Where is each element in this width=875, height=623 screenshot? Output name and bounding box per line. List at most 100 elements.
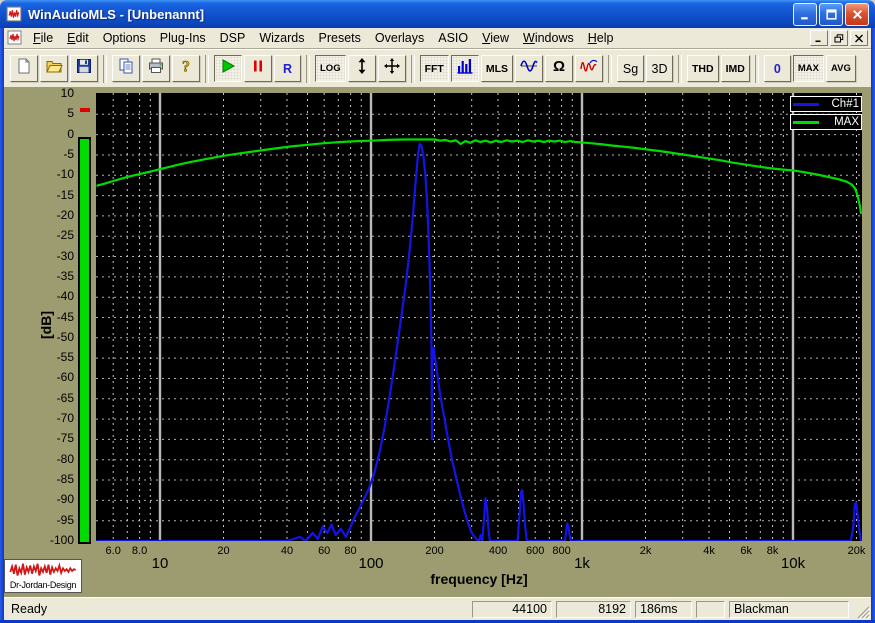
legend-line-sample: [793, 102, 819, 106]
spectrum-button[interactable]: [450, 55, 479, 82]
x-tick-label: 6k: [740, 545, 752, 557]
maximize-button[interactable]: [819, 2, 843, 26]
help-button[interactable]: ?: [172, 55, 200, 82]
record-button[interactable]: R: [274, 55, 301, 82]
y-tick-label: -85: [56, 472, 74, 487]
open-folder-icon: [45, 57, 63, 80]
menu-wizards[interactable]: Wizards: [252, 29, 311, 47]
pause-button[interactable]: [244, 55, 272, 82]
app-window: WinAudioMLS - [Unbenannt] File Edit Option…: [0, 0, 875, 623]
print-button[interactable]: [142, 55, 170, 82]
mls-button[interactable]: MLS: [480, 55, 514, 82]
menu-overlays[interactable]: Overlays: [368, 29, 431, 47]
thd-label: THD: [692, 62, 714, 75]
view-3d-label: 3D: [651, 61, 668, 76]
logo-waveform: [9, 562, 77, 576]
chart-area: 10 5 0 -5 -10 -15 -20 -25 -30 -35 -40 -45 -50 -55 -60-…: [4, 87, 871, 598]
max-hold-button[interactable]: MAX: [792, 55, 824, 82]
log-scale-button[interactable]: LOG: [315, 55, 346, 82]
menu-dsp[interactable]: DSP: [213, 29, 253, 47]
play-button[interactable]: [214, 55, 242, 82]
vendor-logo: Dr-Jordan-Design: [4, 559, 82, 593]
play-icon: [219, 57, 237, 80]
app-icon: [6, 6, 23, 23]
view-3d-button[interactable]: 3D: [646, 55, 674, 82]
toolbar-separator: [410, 54, 415, 83]
legend-entry: Ch#1: [790, 96, 862, 112]
impedance-button[interactable]: Ω: [545, 55, 574, 82]
new-button[interactable]: [10, 55, 38, 82]
legend-entry: MAX: [790, 114, 862, 130]
minimize-button[interactable]: [793, 2, 817, 26]
record-label: R: [282, 61, 293, 76]
vertical-scale-button[interactable]: [347, 55, 376, 82]
sine-wave-icon: [520, 57, 538, 80]
y-tick-label: -15: [56, 187, 74, 202]
legend-label: MAX: [834, 116, 859, 128]
menu-plug-ins[interactable]: Plug-Ins: [153, 29, 213, 47]
menu-presets[interactable]: Presets: [312, 29, 368, 47]
y-tick-label: -80: [56, 451, 74, 466]
x-tick-label: 40: [280, 545, 294, 557]
menu-file[interactable]: File: [26, 29, 60, 47]
toolbar-separator: [103, 54, 107, 83]
mdi-minimize-button[interactable]: [810, 30, 828, 46]
level-meter: [78, 137, 91, 544]
status-message: Ready: [11, 602, 48, 616]
toolbar-separator: [754, 54, 759, 83]
window-title: WinAudioMLS - [Unbenannt]: [28, 6, 205, 22]
x-tick-label: 20: [217, 545, 230, 557]
y-tick-label: -90: [56, 492, 74, 507]
svg-text:Ω: Ω: [553, 58, 565, 75]
menu-options[interactable]: Options: [96, 29, 153, 47]
menu-bar: File Edit Options Plug-Ins DSP Wizards Presets…: [4, 28, 871, 49]
y-tick-label: -30: [56, 248, 74, 263]
level-meter-fill: [80, 139, 89, 542]
mdi-restore-button[interactable]: [830, 30, 848, 46]
x-decade-label: 1k: [574, 555, 590, 572]
resize-grip[interactable]: [856, 605, 871, 620]
x-decade-label: 100: [358, 555, 384, 572]
imd-button[interactable]: IMD: [720, 55, 750, 82]
y-tick-label: -10: [56, 167, 74, 182]
impulse-response-button[interactable]: [575, 55, 604, 82]
title-bar[interactable]: WinAudioMLS - [Unbenannt]: [0, 0, 875, 28]
status-field-time: 186ms: [635, 600, 692, 618]
omega-icon: Ω: [550, 57, 568, 80]
signal-generator-label: Sg: [622, 61, 639, 76]
menu-help[interactable]: Help: [581, 29, 621, 47]
thd-button[interactable]: THD: [687, 55, 719, 82]
reset-button[interactable]: 0: [763, 55, 791, 82]
x-tick-label: 8k: [766, 545, 779, 557]
toolbar-separator: [205, 54, 209, 83]
new-file-icon: [15, 57, 33, 80]
reset-label: 0: [773, 61, 781, 76]
impulse-icon: [580, 57, 598, 80]
y-tick-label: -60: [56, 370, 74, 385]
peak-hold-marker: [80, 108, 90, 113]
move-arrows-icon: [383, 57, 401, 80]
close-button[interactable]: [845, 2, 869, 26]
average-label: AVG: [830, 63, 851, 74]
pan-button[interactable]: [377, 55, 406, 82]
document-icon[interactable]: [7, 30, 23, 46]
signal-generator-button[interactable]: Sg: [617, 55, 645, 82]
fft-button[interactable]: FFT: [419, 55, 449, 82]
menu-edit[interactable]: Edit: [60, 29, 96, 47]
open-button[interactable]: [40, 55, 68, 82]
x-tick-label: 800: [552, 545, 571, 557]
menu-view[interactable]: View: [475, 29, 516, 47]
mdi-close-button[interactable]: [850, 30, 868, 46]
y-tick-label: -5: [63, 146, 74, 161]
oscilloscope-button[interactable]: [515, 55, 544, 82]
menu-asio[interactable]: ASIO: [431, 29, 475, 47]
x-tick-label: 6.0: [105, 545, 121, 557]
average-button[interactable]: AVG: [825, 55, 856, 82]
save-button[interactable]: [70, 55, 98, 82]
menu-windows[interactable]: Windows: [516, 29, 581, 47]
status-field-fft-size: 8192: [556, 600, 631, 618]
copy-button[interactable]: [112, 55, 140, 82]
plot-canvas[interactable]: [96, 93, 862, 541]
x-tick-label: 2k: [639, 545, 652, 557]
y-tick-label: -20: [56, 207, 74, 222]
